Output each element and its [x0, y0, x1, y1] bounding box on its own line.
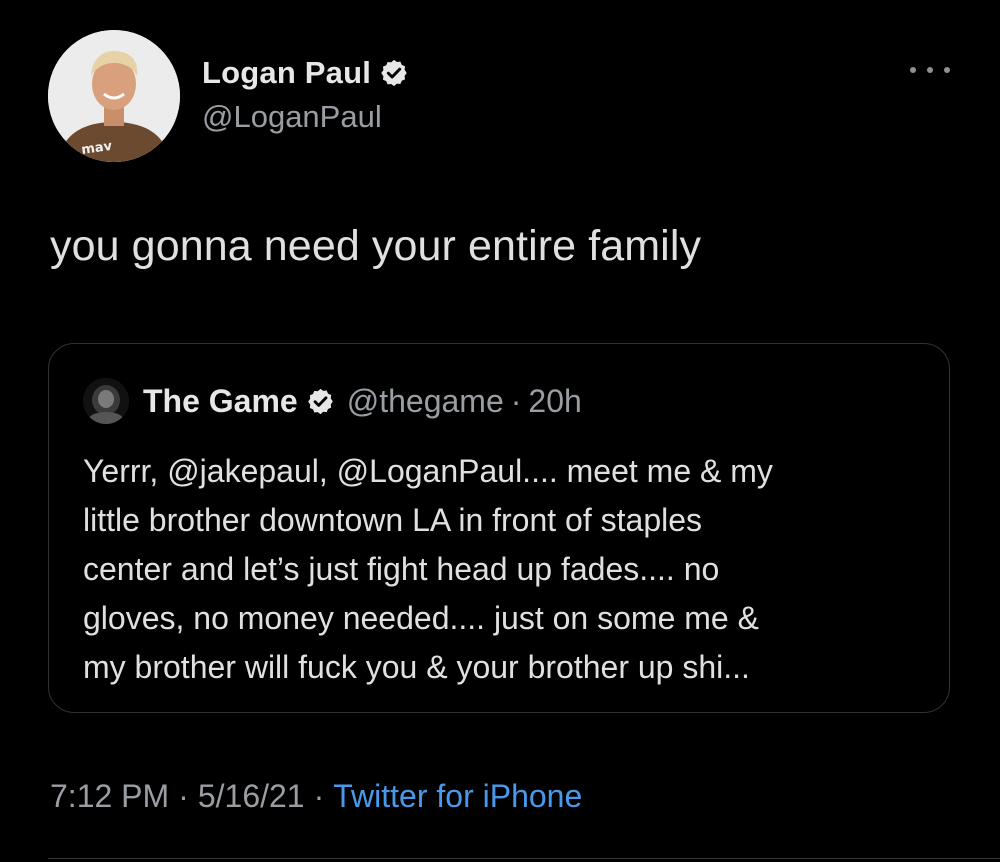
- tweet-source-link[interactable]: Twitter for iPhone: [333, 778, 582, 814]
- quoted-tweet-card[interactable]: The Game @thegame · 20h Yerrr, @jakepaul…: [48, 343, 950, 713]
- more-dot: [910, 67, 916, 73]
- quoted-separator: ·: [510, 382, 522, 419]
- more-dot: [944, 67, 950, 73]
- more-dot: [927, 67, 933, 73]
- profile-photo-icon: mav: [48, 30, 180, 162]
- quoted-tweet-header: The Game @thegame · 20h: [83, 378, 582, 424]
- author-display-name[interactable]: Logan Paul: [202, 55, 371, 91]
- quoted-text-line: Yerrr, @jakepaul, @LoganPaul.... meet me…: [83, 453, 773, 489]
- quoted-tweet-text: Yerrr, @jakepaul, @LoganPaul.... meet me…: [83, 447, 933, 692]
- tweet-time[interactable]: 7:12 PM: [50, 778, 169, 814]
- quoted-author-avatar[interactable]: [83, 378, 129, 424]
- tweet-meta: 7:12 PM · 5/16/21 · Twitter for iPhone: [50, 778, 582, 815]
- quoted-timestamp[interactable]: 20h: [528, 383, 581, 420]
- author-info: Logan Paul @LoganPaul: [202, 55, 409, 135]
- more-horizontal-icon[interactable]: [910, 60, 950, 80]
- tweet-text: you gonna need your entire family: [50, 222, 702, 270]
- bottom-divider: [48, 858, 1000, 859]
- author-handle[interactable]: @LoganPaul: [202, 99, 409, 135]
- verified-badge-icon: [379, 58, 409, 88]
- quoted-text-line: center and let’s just fight head up fade…: [83, 551, 720, 587]
- meta-separator: ·: [178, 778, 189, 814]
- meta-separator: ·: [313, 778, 325, 814]
- quoted-author-name[interactable]: The Game: [143, 383, 298, 420]
- tweet: mav Logan Paul @LoganPaul you gonna need…: [0, 0, 1000, 862]
- quoted-text-line: gloves, no money needed.... just on some…: [83, 600, 759, 636]
- quoted-text-line: little brother downtown LA in front of s…: [83, 502, 703, 538]
- author-name-row: Logan Paul: [202, 55, 409, 91]
- quoted-verified-badge-icon: [306, 387, 335, 416]
- author-avatar[interactable]: mav: [48, 30, 180, 162]
- quoted-text-line: my brother will fuck you & your brother …: [83, 649, 750, 685]
- quoted-author-handle[interactable]: @thegame: [347, 383, 504, 420]
- tweet-date[interactable]: 5/16/21: [198, 778, 305, 814]
- quoted-profile-photo-icon: [83, 378, 129, 424]
